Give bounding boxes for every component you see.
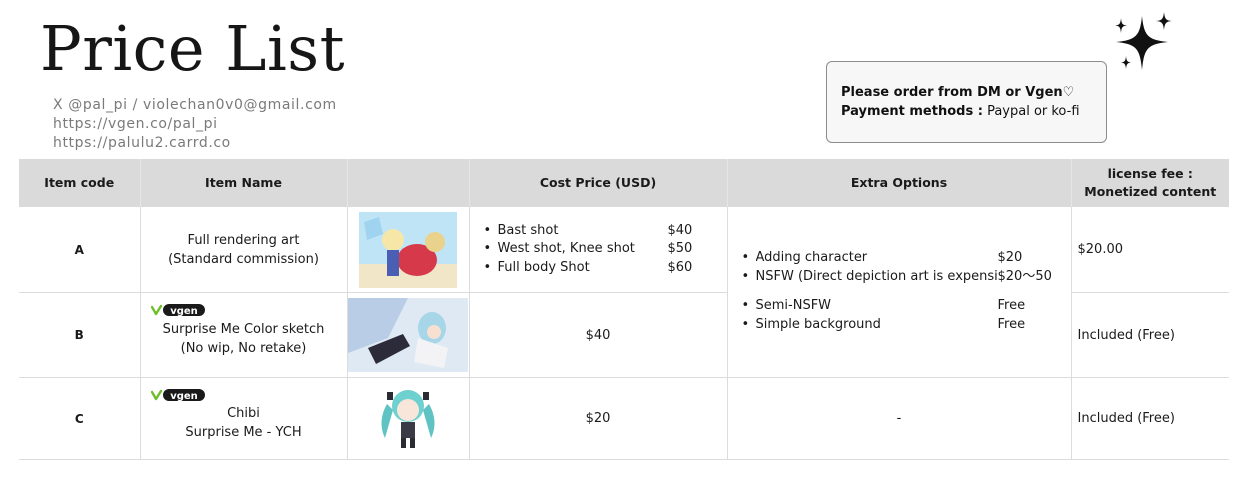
item-name-line2: (Standard commission) [168, 251, 319, 267]
item-name: vgen Surprise Me Color sketch (No wip, N… [140, 292, 348, 378]
order-instruction: Please order from DM or Vgen♡ [841, 85, 1075, 100]
header-item-name: Item Name [140, 159, 348, 207]
vgen-logo: vgen [150, 304, 205, 317]
page-title: Price List [40, 12, 346, 85]
contact-info: X @pal_pi / violechan0v0@gmail.com https… [53, 96, 337, 153]
item-thumbnail-cell [347, 207, 470, 293]
contact-social-email: X @pal_pi / violechan0v0@gmail.com [53, 97, 337, 113]
header-extra-options: Extra Options [727, 159, 1072, 207]
item-name: vgen Chibi Surprise Me - YCH [140, 377, 348, 460]
extra-options-list-a: • Adding character $20 • NSFW (Direct depic… [742, 248, 1052, 286]
item-name-line1: Full rendering art [187, 232, 300, 248]
vgen-logo: vgen [150, 389, 205, 402]
cost-item: • Full body Shot $60 [483, 259, 693, 275]
cost-item: • West shot, Knee shot $50 [483, 241, 693, 257]
extra-options-list-b: • Semi-NSFW Free • Simple background Free [742, 296, 1026, 334]
sparkle-icon [1115, 12, 1172, 70]
header-image [347, 159, 470, 207]
item-thumbnail-cell [347, 377, 470, 460]
item-code: A [19, 207, 141, 293]
cost-list: • Bast shot $40 • West shot, Knee shot $50 •… [470, 222, 727, 278]
artwork-thumbnail [359, 211, 457, 288]
extra-option: • Adding character $20 [741, 250, 1023, 265]
item-thumbnail-cell [347, 292, 470, 378]
item-name-line2: (No wip, No retake) [180, 341, 307, 356]
svg-text:vgen: vgen [170, 391, 198, 402]
extra-option: • NSFW (Direct depiction art is expensive… [741, 269, 1052, 284]
artwork-thumbnail [381, 389, 435, 448]
header-license-line2: Monetized content [1084, 184, 1217, 199]
payment-value: Paypal or ko-fi [987, 104, 1080, 119]
contact-vgen-link[interactable]: https://vgen.co/pal_pi [53, 115, 337, 134]
item-code: B [19, 292, 141, 378]
price-table: Item code Item Name Cost Price (USD) Ext… [19, 159, 1229, 460]
table-row: C vgen Chibi Surprise Me - YCH $20 - Inc… [19, 377, 1229, 460]
cost-item: • Bast shot $40 [483, 222, 693, 238]
cost-cell: • Bast shot $40 • West shot, Knee shot $50 •… [469, 207, 728, 293]
table-row: A Full rendering art (Standard commissio… [19, 207, 1229, 378]
item-name-line2: Surprise Me - YCH [185, 424, 302, 440]
header-item-code: Item code [19, 159, 141, 207]
extra-option: • Simple background Free [741, 317, 1026, 332]
cost-cell: $20 [469, 377, 728, 460]
artwork-thumbnail [348, 298, 468, 372]
contact-carrd-link[interactable]: https://palulu2.carrd.co [53, 134, 337, 153]
svg-text:vgen: vgen [170, 306, 198, 317]
license-fee: Included (Free) [1071, 377, 1229, 460]
extra-options-cell: • Adding character $20 • NSFW (Direct depic… [727, 207, 1072, 378]
header-license-fee: license fee : Monetized content [1071, 159, 1229, 207]
item-code: C [19, 377, 141, 460]
license-fee: Included (Free) [1071, 292, 1229, 378]
header-cost-price: Cost Price (USD) [469, 159, 728, 207]
license-fee: $20.00 [1071, 207, 1229, 293]
header-license-line1: license fee : [1107, 166, 1193, 181]
item-name: Full rendering art (Standard commission) [140, 207, 348, 293]
payment-label: Payment methods : [841, 104, 983, 119]
extra-option: • Semi-NSFW Free [741, 298, 1026, 313]
cost-cell: $40 [469, 292, 728, 378]
order-notice: Please order from DM or Vgen♡ Payment me… [826, 61, 1107, 143]
extra-options-cell: - [727, 377, 1072, 460]
table-header-row: Item code Item Name Cost Price (USD) Ext… [19, 159, 1229, 207]
